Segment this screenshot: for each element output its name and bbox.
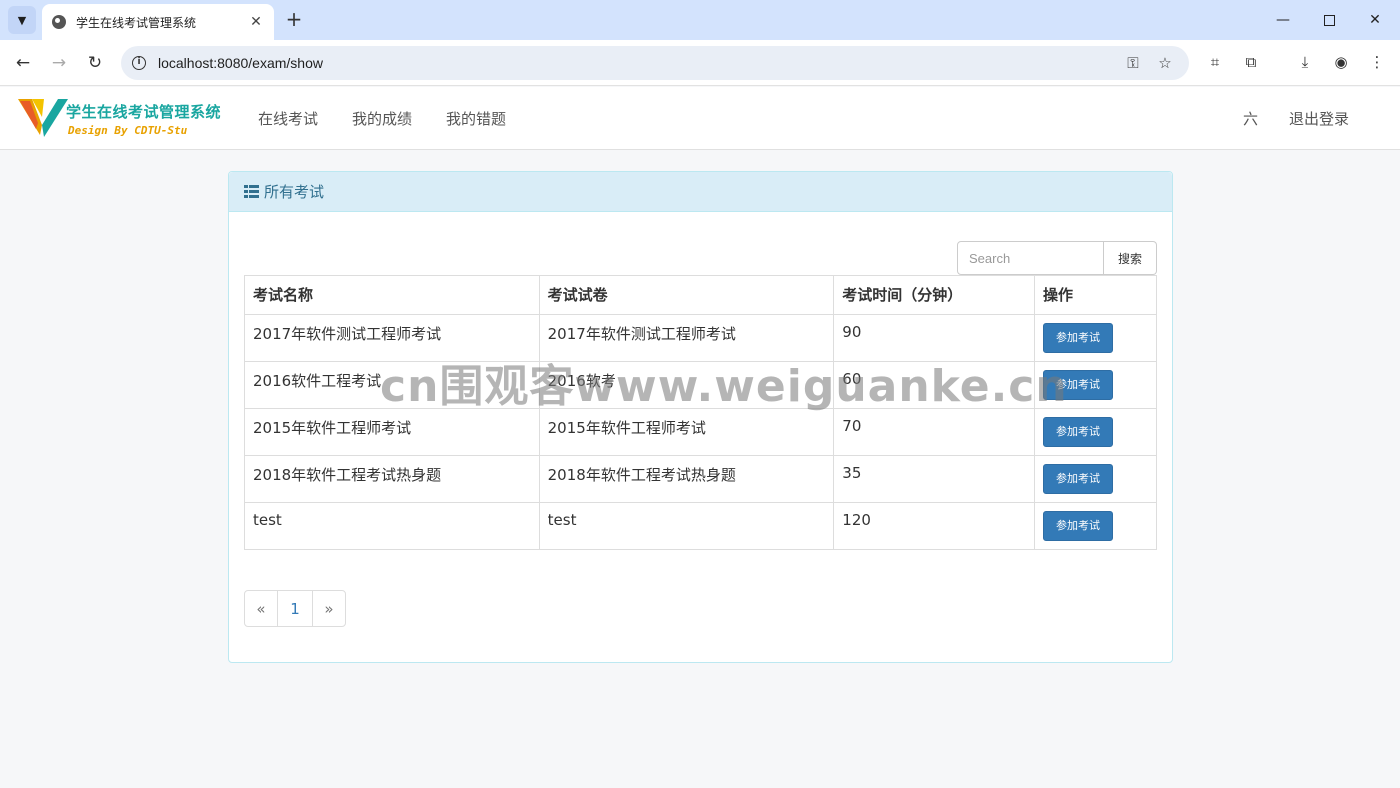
exam-name: test [244,502,540,550]
join-exam-button[interactable]: 参加考试 [1043,464,1114,494]
join-exam-button[interactable]: 参加考试 [1043,417,1114,447]
download-icon[interactable]: ⤓ [1294,51,1316,73]
nav-my-mistakes[interactable]: 我的错题 [446,108,506,129]
url-text[interactable]: localhost:8080/exam/show [158,55,323,71]
logo-subtitle: Design By CDTU-Stu [68,124,188,137]
column-header-paper: 考试试卷 [538,275,835,315]
table-header-row: 考试名称 考试试卷 考试时间（分钟） 操作 [244,275,1157,315]
logo-v-icon [18,99,68,137]
action-cell: 参加考试 [1034,408,1157,456]
reload-icon: ↻ [87,53,103,73]
join-exam-button[interactable]: 参加考试 [1043,511,1114,541]
more-menu-icon[interactable]: ⋮ [1366,51,1388,73]
exam-name: 2015年软件工程师考试 [244,408,540,456]
exams-panel: 所有考试 搜索 考试名称 考试试卷 考试时间（分钟） 操作 2017年软件测试工… [228,171,1173,663]
exam-time: 70 [833,408,1036,456]
pagination: « 1 » [244,590,346,627]
action-cell: 参加考试 [1034,502,1157,550]
minimize-icon: — [1276,12,1290,28]
pagination-next[interactable]: » [312,590,346,627]
profile-avatar-icon[interactable]: ◉ [1330,51,1352,73]
maximize-button[interactable] [1306,0,1352,40]
globe-icon [52,15,66,29]
exam-paper: 2015年软件工程师考试 [538,408,835,456]
exam-paper: test [538,502,835,550]
browser-tab[interactable]: 学生在线考试管理系统 ✕ [42,4,274,40]
watermark: cn围观客www.weiguanke.cn [380,361,1068,412]
tab-close-icon[interactable]: ✕ [248,14,264,30]
reload-button[interactable]: ↻ [83,51,107,75]
site-info-icon[interactable]: i [132,56,146,70]
user-name[interactable]: 六 [1243,108,1258,129]
arrow-right-icon: → [51,53,67,73]
browser-toolbar: ← → ↻ i localhost:8080/exam/show ⚿ ☆ [0,40,1400,86]
arrow-left-icon: ← [15,53,31,73]
maximize-icon [1323,14,1335,26]
app-logo[interactable]: 学生在线考试管理系统 Design By CDTU-Stu [18,93,233,143]
close-icon: ✕ [1369,12,1381,28]
search-input[interactable] [957,241,1104,275]
exam-paper: 2018年软件工程考试热身题 [538,455,835,503]
logout-link[interactable]: 退出登录 [1289,108,1349,129]
column-header-action: 操作 [1034,275,1157,315]
address-bar[interactable]: i localhost:8080/exam/show ⚿ ☆ [121,46,1189,80]
pagination-prev[interactable]: « [244,590,278,627]
chevron-down-icon: ▼ [17,13,27,27]
tab-search-button[interactable]: ▼ [8,6,36,34]
browser-tab-bar: ▼ 学生在线考试管理系统 ✕ + — ✕ [0,0,1400,40]
nav-my-scores[interactable]: 我的成绩 [352,108,412,129]
exam-time: 35 [833,455,1036,503]
bookmark-star-icon[interactable]: ☆ [1155,54,1175,72]
panel-heading: 所有考试 [229,172,1172,212]
column-header-name: 考试名称 [244,275,540,315]
table-row: 2015年软件工程师考试 2015年软件工程师考试 70 参加考试 [244,408,1157,456]
back-button[interactable]: ← [11,51,35,75]
nav-online-exam[interactable]: 在线考试 [258,108,318,129]
pagination-page-1[interactable]: 1 [277,590,313,627]
table-row: 2018年软件工程考试热身题 2018年软件工程考试热身题 35 参加考试 [244,455,1157,503]
action-cell: 参加考试 [1034,455,1157,503]
app-navbar: 学生在线考试管理系统 Design By CDTU-Stu 在线考试 我的成绩 … [0,87,1400,150]
logo-title: 学生在线考试管理系统 [66,103,222,121]
extensions-puzzle-icon[interactable]: ⧉ [1240,51,1262,73]
close-window-button[interactable]: ✕ [1352,0,1398,40]
forward-button[interactable]: → [47,51,71,75]
join-exam-button[interactable]: 参加考试 [1043,323,1114,353]
panel-title: 所有考试 [264,183,325,201]
screenshot-crop-icon[interactable]: ⌗ [1204,51,1226,73]
list-icon [244,185,259,198]
table-row: test test 120 参加考试 [244,502,1157,550]
tab-title: 学生在线考试管理系统 [76,15,197,30]
search-form: 搜索 [957,241,1157,275]
password-key-icon[interactable]: ⚿ [1123,54,1143,72]
exam-time: 120 [833,502,1036,550]
new-tab-button[interactable]: + [283,8,305,30]
minimize-button[interactable]: — [1260,0,1306,40]
exam-name: 2018年软件工程考试热身题 [244,455,540,503]
search-button[interactable]: 搜索 [1104,241,1157,275]
column-header-time: 考试时间（分钟） [833,275,1036,315]
